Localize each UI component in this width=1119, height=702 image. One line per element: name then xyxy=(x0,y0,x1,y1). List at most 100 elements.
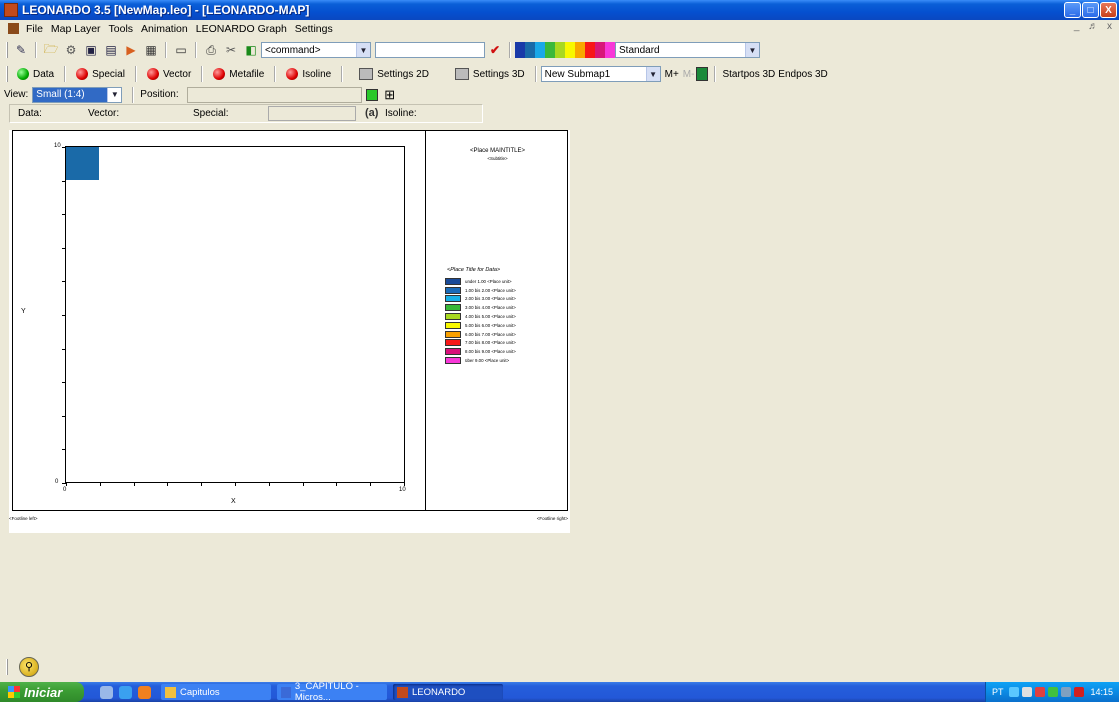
show-desktop-icon[interactable] xyxy=(100,685,113,699)
chevron-down-icon[interactable]: ▼ xyxy=(107,87,122,102)
leonardo-app-icon xyxy=(397,686,408,698)
save-as-icon[interactable]: ▤ xyxy=(103,42,119,58)
separator xyxy=(165,42,167,58)
separator xyxy=(195,42,197,58)
pencil-icon[interactable]: ✎ xyxy=(13,42,29,58)
palette-swatch[interactable] xyxy=(595,42,605,58)
document-icon[interactable] xyxy=(8,23,19,34)
toolbar-grip[interactable] xyxy=(6,658,8,675)
task-leonardo[interactable]: LEONARDO xyxy=(393,684,503,700)
special-layer-button[interactable]: Special xyxy=(70,65,131,83)
x-axis-tick xyxy=(404,482,405,486)
palette-swatch[interactable] xyxy=(555,42,565,58)
security-icon[interactable] xyxy=(1035,687,1046,697)
submap-combo-value: New Submap1 xyxy=(544,68,611,80)
export-icon[interactable]: ▶ xyxy=(123,42,139,58)
startpos-3d-button[interactable]: Startpos 3D xyxy=(722,69,775,80)
settings-3d-button[interactable]: Settings 3D xyxy=(449,65,531,83)
palette-combo[interactable]: Standard ▼ xyxy=(615,42,760,58)
zoom-in-icon[interactable] xyxy=(365,88,378,101)
save-icon[interactable]: ▣ xyxy=(83,42,99,58)
view-label: View: xyxy=(4,89,29,100)
settings-gear-icon[interactable]: ⚙ xyxy=(63,42,79,58)
internet-explorer-icon[interactable] xyxy=(119,685,132,699)
print-icon[interactable]: ⎙ xyxy=(203,42,219,58)
toolbar-grip[interactable] xyxy=(6,66,8,82)
x-axis-tick xyxy=(268,482,270,486)
submap-combo[interactable]: New Submap1 ▼ xyxy=(540,66,661,82)
legend-label: 5.00 bis 6.00 <Place unit> xyxy=(465,322,516,328)
map-layers-icon[interactable] xyxy=(696,67,709,81)
menu-file[interactable]: File xyxy=(22,23,47,35)
subtitle: <Subtitle> xyxy=(487,156,508,161)
palette-swatch[interactable] xyxy=(565,42,575,58)
color-palette[interactable] xyxy=(515,42,615,58)
palette-swatch[interactable] xyxy=(535,42,545,58)
document-list-icon[interactable]: ▦ xyxy=(143,42,159,58)
main-title: <Place MAINTITLE> xyxy=(469,148,526,154)
preview-icon[interactable]: ▭ xyxy=(173,42,189,58)
x-axis-label: X xyxy=(231,498,236,505)
language-indicator[interactable]: PT xyxy=(992,687,1004,697)
tools-icon[interactable]: ✂ xyxy=(223,42,239,58)
palette-swatch[interactable] xyxy=(575,42,585,58)
firefox-icon[interactable] xyxy=(138,685,151,699)
submap-add-button[interactable]: M+ xyxy=(665,69,679,80)
palette-swatch[interactable] xyxy=(605,42,615,58)
y-axis-label: Y xyxy=(21,308,26,315)
map-axes[interactable] xyxy=(62,146,405,486)
isoline-layer-button[interactable]: Isoline xyxy=(280,65,337,83)
task-capitulos[interactable]: Capitulos xyxy=(161,684,271,700)
command-combo[interactable]: <command> ▼ xyxy=(261,42,371,58)
menu-animation[interactable]: Animation xyxy=(137,23,192,35)
legend-swatch xyxy=(445,295,461,303)
metafile-layer-button[interactable]: Metafile xyxy=(207,65,270,83)
close-button[interactable]: X xyxy=(1100,2,1117,18)
exit-icon[interactable]: ◧ xyxy=(243,42,259,58)
grid-icon[interactable]: ⊞ xyxy=(382,87,398,103)
task-word-document[interactable]: 3_CAPITULO - Micros... xyxy=(277,681,387,702)
speaker-icon[interactable] xyxy=(1022,687,1033,697)
data-layer-button[interactable]: Data xyxy=(11,65,60,83)
submap-remove-button[interactable]: M- xyxy=(683,69,695,80)
mdi-controls[interactable]: _ ♬ x xyxy=(1074,21,1115,32)
palette-swatch[interactable] xyxy=(545,42,555,58)
start-button[interactable]: Iniciar xyxy=(0,682,84,702)
view-combo[interactable]: Small (1:4) ▼ xyxy=(32,86,123,103)
menu-map-layer[interactable]: Map Layer xyxy=(47,23,105,35)
legend-item: über 9.00 <Place unit> xyxy=(445,356,516,365)
y-axis-tick xyxy=(62,415,66,417)
printer-settings-icon xyxy=(454,68,469,80)
y-axis-min: 0 xyxy=(55,479,59,485)
chevron-down-icon[interactable]: ▼ xyxy=(356,43,370,57)
location-pin-icon[interactable]: ⚲ xyxy=(19,656,39,677)
network-icon[interactable] xyxy=(1009,687,1020,697)
maximize-button[interactable]: □ xyxy=(1082,2,1099,18)
vector-layer-button[interactable]: Vector xyxy=(141,65,197,83)
command-text-input[interactable] xyxy=(375,42,485,58)
x-axis-tick xyxy=(370,482,372,486)
display-icon[interactable] xyxy=(1061,687,1072,697)
palette-swatch[interactable] xyxy=(515,42,525,58)
chevron-down-icon[interactable]: ▼ xyxy=(745,43,759,57)
palette-swatch[interactable] xyxy=(525,42,535,58)
legend-label: 7.00 bis 8.00 <Place unit> xyxy=(465,340,516,346)
palette-swatch[interactable] xyxy=(585,42,595,58)
chevron-down-icon[interactable]: ▼ xyxy=(645,67,660,81)
settings-2d-button[interactable]: Settings 2D xyxy=(353,65,435,83)
separator xyxy=(201,66,204,82)
endpos-3d-button[interactable]: Endpos 3D xyxy=(778,69,827,80)
menu-leonardo-graph[interactable]: LEONARDO Graph xyxy=(192,23,291,35)
menu-settings[interactable]: Settings xyxy=(291,23,337,35)
antivirus-icon[interactable] xyxy=(1074,687,1085,697)
legend-item: 3.00 bis 4.00 <Place unit> xyxy=(445,303,516,312)
toolbar-grip[interactable] xyxy=(6,42,8,58)
open-folder-icon[interactable]: 🗁 xyxy=(43,42,59,58)
menu-tools[interactable]: Tools xyxy=(105,23,138,35)
legend-swatch xyxy=(445,348,461,356)
map-canvas[interactable]: 10 0 0 10 Y X <Place MAINTITLE> <Subtitl… xyxy=(9,130,570,533)
checkmark-icon[interactable]: ✔ xyxy=(487,42,503,58)
minimize-button[interactable]: _ xyxy=(1064,2,1081,18)
title-bar: LEONARDO 3.5 [NewMap.leo] - [LEONARDO-MA… xyxy=(0,0,1119,20)
messenger-icon[interactable] xyxy=(1048,687,1059,697)
